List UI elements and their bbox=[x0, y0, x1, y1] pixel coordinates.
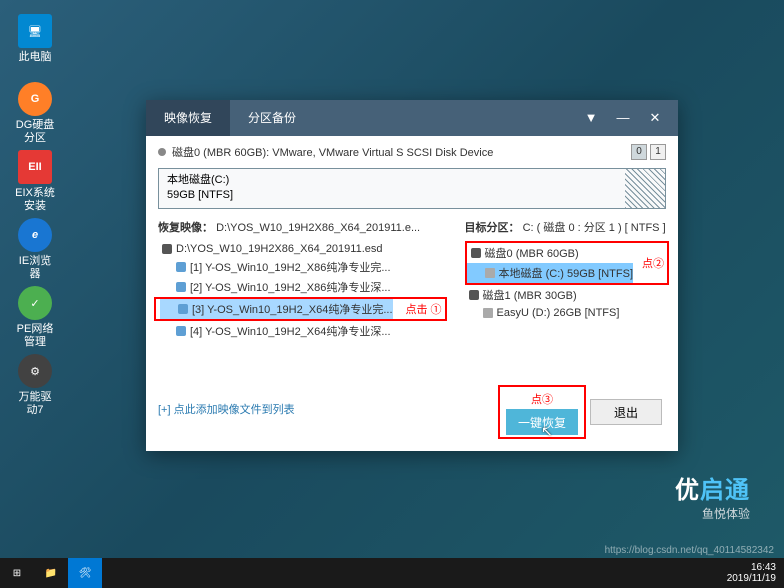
start-button[interactable]: ⊞ bbox=[0, 558, 34, 588]
partition-usage-hatch bbox=[625, 169, 665, 208]
ie-icon: e bbox=[18, 218, 52, 252]
image-icon bbox=[176, 282, 186, 292]
taskbar-app-active[interactable]: 🛠 bbox=[68, 558, 102, 588]
annotation-1: 点击 ① bbox=[405, 301, 441, 317]
source-path: D:\YOS_W10_19H2X86_X64_201911.e... bbox=[216, 222, 420, 234]
system-tray[interactable]: 16:43 2019/11/19 bbox=[727, 562, 784, 584]
restore-dialog: 映像恢复 分区备份 ▼ — ✕ 磁盘0 (MBR 60GB): VMware, … bbox=[146, 100, 678, 451]
target-disk-0[interactable]: 磁盘0 (MBR 60GB) bbox=[467, 243, 633, 263]
eix-icon: EII bbox=[18, 150, 52, 184]
partition-name: 本地磁盘(C:) bbox=[167, 173, 625, 188]
desktop-icon-eix[interactable]: EII EIX系统安装 bbox=[14, 150, 56, 213]
annotation-3: 点③ bbox=[506, 391, 578, 407]
image-item-1[interactable]: [1] Y-OS_Win10_19H2_X86纯净专业完... bbox=[158, 257, 447, 277]
image-icon bbox=[178, 304, 188, 314]
desktop-icon-ie[interactable]: e IE浏览器 bbox=[14, 218, 56, 281]
tab-backup[interactable]: 分区备份 bbox=[230, 100, 314, 136]
folder-icon bbox=[485, 268, 495, 278]
titlebar: 映像恢复 分区备份 ▼ — ✕ bbox=[146, 100, 678, 136]
dropdown-button[interactable]: ▼ bbox=[576, 106, 606, 130]
source-title: 恢复映像： bbox=[158, 222, 213, 234]
image-icon bbox=[176, 262, 186, 272]
partition-display[interactable]: 本地磁盘(C:) 59GB [NTFS] bbox=[158, 168, 666, 209]
tab-restore[interactable]: 映像恢复 bbox=[146, 100, 230, 136]
target-partition-c[interactable]: 本地磁盘 (C:) 59GB [NTFS] bbox=[467, 263, 633, 283]
minimize-button[interactable]: — bbox=[608, 106, 638, 130]
image-file-root[interactable]: D:\YOS_W10_19H2X86_X64_201911.esd bbox=[158, 241, 447, 257]
pc-icon: 🖥 bbox=[18, 14, 52, 48]
disk-page-0[interactable]: 0 bbox=[631, 144, 647, 160]
desktop-icon-net[interactable]: ✓ PE网络管理 bbox=[14, 286, 56, 349]
net-icon: ✓ bbox=[18, 286, 52, 320]
disk-dot-icon bbox=[158, 148, 166, 156]
taskbar: ⊞ 📁 🛠 16:43 2019/11/19 bbox=[0, 558, 784, 588]
desktop-icon-pc[interactable]: 🖥 此电脑 bbox=[14, 14, 56, 64]
annotation-2: 点② bbox=[642, 255, 664, 271]
target-title: 目标分区： bbox=[465, 222, 520, 234]
image-item-2[interactable]: [2] Y-OS_Win10_19H2_X86纯净专业深... bbox=[158, 277, 447, 297]
target-disk-1[interactable]: 磁盘1 (MBR 30GB) bbox=[465, 285, 669, 305]
folder-icon bbox=[483, 308, 493, 318]
drv-icon: ⚙ bbox=[18, 354, 52, 388]
image-item-3[interactable]: [3] Y-OS_Win10_19H2_X64纯净专业完... bbox=[160, 299, 393, 319]
watermark-url: https://blog.csdn.net/qq_40114582342 bbox=[605, 545, 774, 556]
taskbar-folder[interactable]: 📁 bbox=[34, 558, 68, 588]
disk-page-1[interactable]: 1 bbox=[650, 144, 666, 160]
target-path: C: ( 磁盘 0 : 分区 1 ) [ NTFS ] bbox=[523, 222, 666, 234]
image-icon bbox=[176, 326, 186, 336]
close-button[interactable]: ✕ bbox=[640, 106, 670, 130]
disk-icon bbox=[471, 248, 481, 258]
disk-icon bbox=[469, 290, 479, 300]
disk-name: 磁盘0 (MBR 60GB): VMware, VMware Virtual S… bbox=[172, 144, 493, 160]
image-item-4[interactable]: [4] Y-OS_Win10_19H2_X64纯净专业深... bbox=[158, 321, 447, 341]
restore-button[interactable]: 一键恢复 bbox=[506, 409, 578, 435]
add-image-link[interactable]: [+] 点此添加映像文件到列表 bbox=[158, 401, 447, 417]
source-image-column: 恢复映像： D:\YOS_W10_19H2X86_X64_201911.e...… bbox=[158, 219, 447, 439]
target-partition-d[interactable]: EasyU (D:) 26GB [NTFS] bbox=[465, 305, 669, 321]
disk-icon bbox=[162, 244, 172, 254]
dg-icon: G bbox=[18, 82, 52, 116]
partition-size: 59GB [NTFS] bbox=[167, 188, 625, 203]
exit-button[interactable]: 退出 bbox=[590, 399, 662, 425]
disk-selector-row: 磁盘0 (MBR 60GB): VMware, VMware Virtual S… bbox=[146, 136, 678, 168]
brand-logo: 优启通 鱼悦体验 bbox=[675, 470, 750, 522]
desktop-icon-dg[interactable]: G DG硬盘分区 bbox=[14, 82, 56, 145]
desktop-icon-drv[interactable]: ⚙ 万能驱动7 bbox=[14, 354, 56, 417]
tray-date: 2019/11/19 bbox=[727, 573, 776, 584]
tray-time: 16:43 bbox=[727, 562, 776, 573]
